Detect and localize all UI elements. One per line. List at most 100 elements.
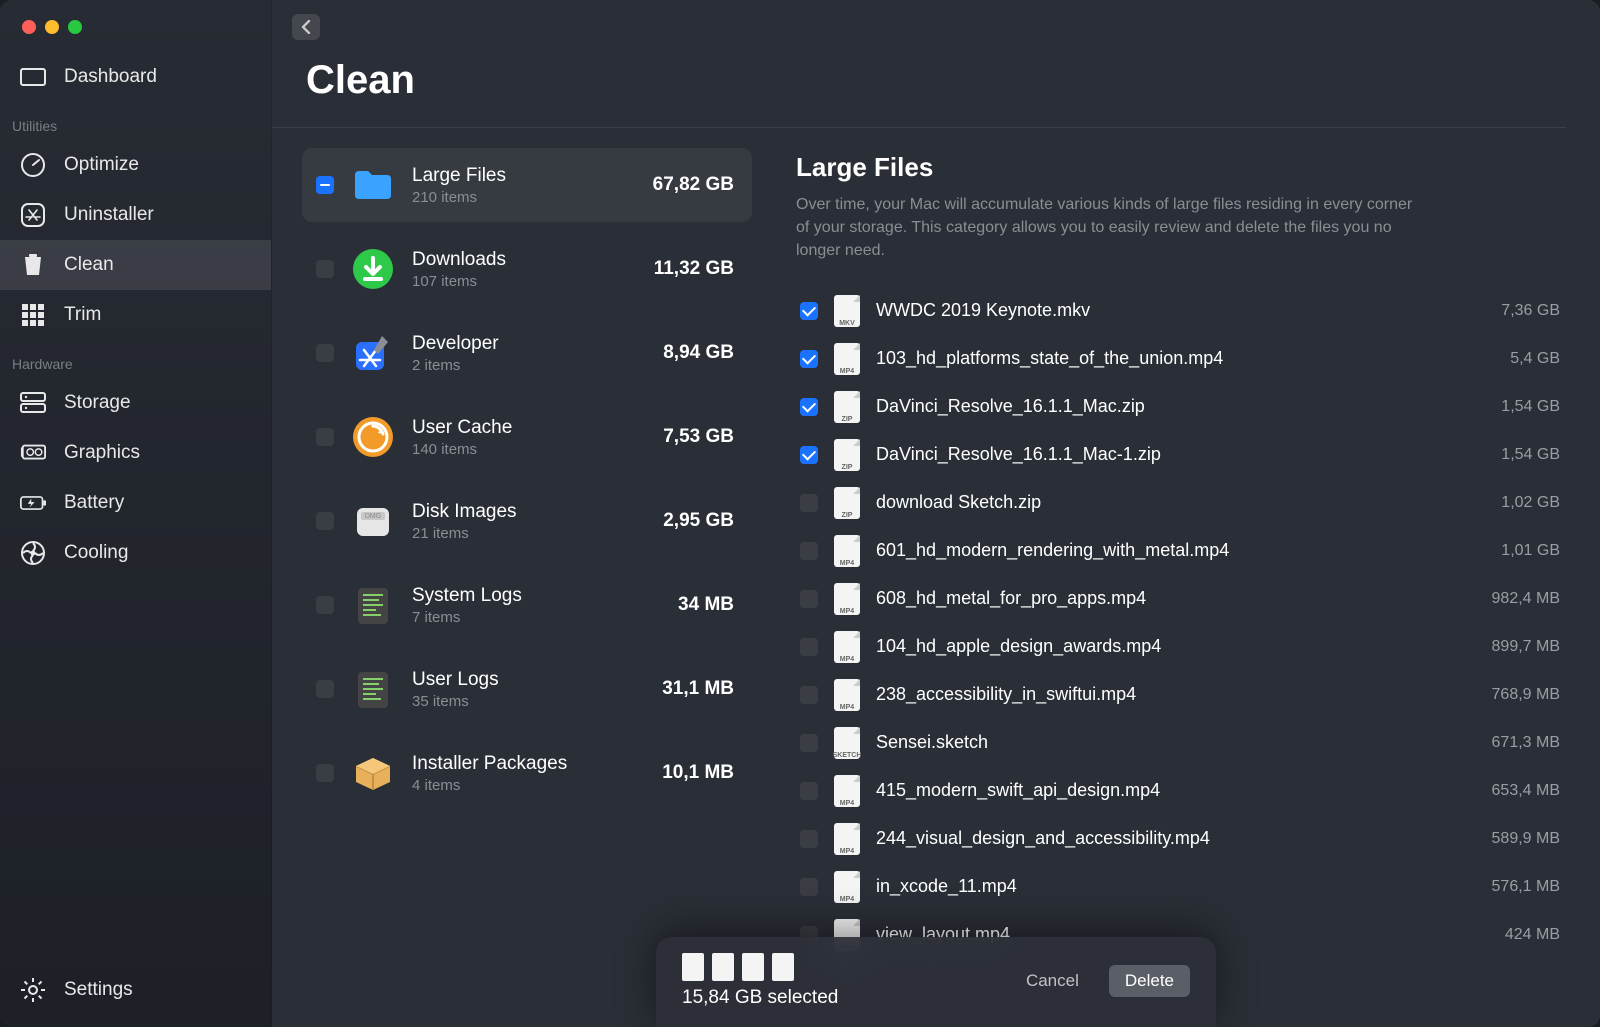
- window-controls: [0, 12, 271, 52]
- category-row[interactable]: Developer 2 items 8,94 GB: [302, 316, 752, 390]
- category-subtitle: 21 items: [412, 525, 647, 542]
- file-row[interactable]: MP4 in_xcode_11.mp4 576,1 MB: [796, 863, 1564, 911]
- minimize-window-icon[interactable]: [45, 20, 59, 34]
- file-size: 899,7 MB: [1492, 638, 1560, 656]
- detail-title: Large Files: [796, 152, 1564, 183]
- file-row[interactable]: ZIP DaVinci_Resolve_16.1.1_Mac-1.zip 1,5…: [796, 431, 1564, 479]
- file-row[interactable]: MP4 601_hd_modern_rendering_with_metal.m…: [796, 527, 1564, 575]
- file-checkbox[interactable]: [800, 638, 818, 656]
- category-meta: Developer 2 items: [412, 333, 647, 374]
- sidebar-item-storage[interactable]: Storage: [0, 378, 271, 428]
- fullscreen-window-icon[interactable]: [68, 20, 82, 34]
- file-icon: MP4: [834, 583, 860, 615]
- file-checkbox[interactable]: [800, 686, 818, 704]
- category-name: Disk Images: [412, 501, 647, 523]
- file-checkbox[interactable]: [800, 350, 818, 368]
- category-icon: [350, 666, 396, 712]
- file-row[interactable]: MP4 104_hd_apple_design_awards.mp4 899,7…: [796, 623, 1564, 671]
- category-subtitle: 210 items: [412, 189, 637, 206]
- sidebar-item-label: Optimize: [64, 154, 139, 176]
- file-size: 589,9 MB: [1492, 830, 1560, 848]
- category-list: Large Files 210 items 67,82 GB Downloads…: [272, 128, 762, 1027]
- category-icon: DMG: [350, 498, 396, 544]
- cancel-button[interactable]: Cancel: [1016, 965, 1089, 997]
- file-icon: MP4: [834, 535, 860, 567]
- file-size: 7,36 GB: [1501, 302, 1560, 320]
- file-row[interactable]: MP4 103_hd_platforms_state_of_the_union.…: [796, 335, 1564, 383]
- file-row[interactable]: ZIP download Sketch.zip 1,02 GB: [796, 479, 1564, 527]
- file-checkbox[interactable]: [800, 878, 818, 896]
- file-row[interactable]: MP4 608_hd_metal_for_pro_apps.mp4 982,4 …: [796, 575, 1564, 623]
- sidebar-item-label: Cooling: [64, 542, 128, 564]
- category-row[interactable]: System Logs 7 items 34 MB: [302, 568, 752, 642]
- category-size: 8,94 GB: [663, 342, 734, 364]
- file-name: 238_accessibility_in_swiftui.mp4: [876, 684, 1476, 705]
- category-row[interactable]: DMG Disk Images 21 items 2,95 GB: [302, 484, 752, 558]
- category-checkbox[interactable]: [316, 260, 334, 278]
- file-checkbox[interactable]: [800, 782, 818, 800]
- sidebar-item-settings[interactable]: Settings: [0, 965, 271, 1027]
- file-checkbox[interactable]: [800, 398, 818, 416]
- back-button[interactable]: [292, 14, 320, 40]
- category-checkbox[interactable]: [316, 512, 334, 530]
- file-row[interactable]: MP4 415_modern_swift_api_design.mp4 653,…: [796, 767, 1564, 815]
- category-meta: Installer Packages 4 items: [412, 753, 646, 794]
- file-checkbox[interactable]: [800, 446, 818, 464]
- category-row[interactable]: Downloads 107 items 11,32 GB: [302, 232, 752, 306]
- dashboard-icon: [20, 64, 46, 90]
- category-meta: Disk Images 21 items: [412, 501, 647, 542]
- selected-file-thumbnails: [682, 953, 838, 981]
- sidebar-item-battery[interactable]: Battery: [0, 478, 271, 528]
- sidebar: Dashboard Utilities Optimize Uninstaller…: [0, 0, 272, 1027]
- category-checkbox[interactable]: [316, 764, 334, 782]
- sidebar-item-optimize[interactable]: Optimize: [0, 140, 271, 190]
- thumbnail-icon: [772, 953, 794, 981]
- category-checkbox[interactable]: [316, 680, 334, 698]
- category-checkbox[interactable]: [316, 176, 334, 194]
- action-meta: 15,84 GB selected: [682, 953, 838, 1009]
- file-checkbox[interactable]: [800, 830, 818, 848]
- file-row[interactable]: MKV WWDC 2019 Keynote.mkv 7,36 GB: [796, 287, 1564, 335]
- sidebar-item-clean[interactable]: Clean: [0, 240, 271, 290]
- file-size: 5,4 GB: [1510, 350, 1560, 368]
- file-name: 415_modern_swift_api_design.mp4: [876, 780, 1476, 801]
- sidebar-item-graphics[interactable]: Graphics: [0, 428, 271, 478]
- category-checkbox[interactable]: [316, 596, 334, 614]
- file-icon: MKV: [834, 295, 860, 327]
- category-row[interactable]: User Logs 35 items 31,1 MB: [302, 652, 752, 726]
- file-checkbox[interactable]: [800, 734, 818, 752]
- file-checkbox[interactable]: [800, 542, 818, 560]
- category-subtitle: 35 items: [412, 693, 646, 710]
- category-size: 34 MB: [678, 594, 734, 616]
- sidebar-item-label: Storage: [64, 392, 131, 414]
- file-checkbox[interactable]: [800, 302, 818, 320]
- file-icon: MP4: [834, 823, 860, 855]
- sidebar-item-label: Trim: [64, 304, 101, 326]
- file-checkbox[interactable]: [800, 494, 818, 512]
- file-row[interactable]: MP4 244_visual_design_and_accessibility.…: [796, 815, 1564, 863]
- category-row[interactable]: Installer Packages 4 items 10,1 MB: [302, 736, 752, 810]
- category-checkbox[interactable]: [316, 428, 334, 446]
- sidebar-item-trim[interactable]: Trim: [0, 290, 271, 340]
- file-row[interactable]: SKETCH Sensei.sketch 671,3 MB: [796, 719, 1564, 767]
- file-icon: SKETCH: [834, 727, 860, 759]
- category-row[interactable]: User Cache 140 items 7,53 GB: [302, 400, 752, 474]
- category-row[interactable]: Large Files 210 items 67,82 GB: [302, 148, 752, 222]
- sidebar-item-dashboard[interactable]: Dashboard: [0, 52, 271, 102]
- category-checkbox[interactable]: [316, 344, 334, 362]
- sidebar-item-label: Uninstaller: [64, 204, 154, 226]
- delete-button[interactable]: Delete: [1109, 965, 1190, 997]
- category-name: User Logs: [412, 669, 646, 691]
- sidebar-item-uninstaller[interactable]: Uninstaller: [0, 190, 271, 240]
- selected-size-label: 15,84 GB selected: [682, 987, 838, 1009]
- file-row[interactable]: MP4 238_accessibility_in_swiftui.mp4 768…: [796, 671, 1564, 719]
- file-row[interactable]: ZIP DaVinci_Resolve_16.1.1_Mac.zip 1,54 …: [796, 383, 1564, 431]
- sidebar-item-cooling[interactable]: Cooling: [0, 528, 271, 578]
- chevron-left-icon: [301, 20, 311, 34]
- close-window-icon[interactable]: [22, 20, 36, 34]
- category-size: 2,95 GB: [663, 510, 734, 532]
- file-checkbox[interactable]: [800, 590, 818, 608]
- action-bar: 15,84 GB selected Cancel Delete: [656, 937, 1216, 1027]
- battery-icon: [20, 490, 46, 516]
- file-icon: MP4: [834, 679, 860, 711]
